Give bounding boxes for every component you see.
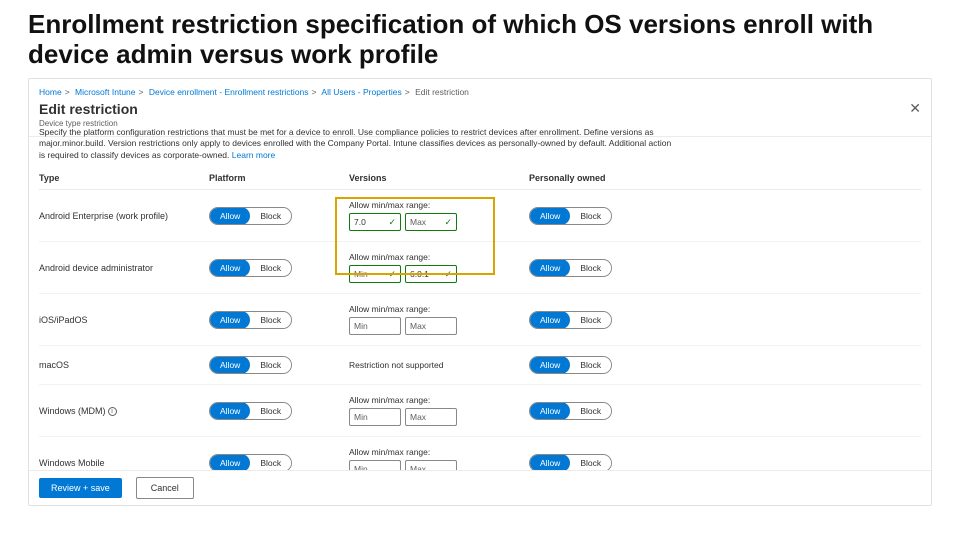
platform-toggle-allow[interactable]: Allow xyxy=(210,356,250,374)
row-type: macOS xyxy=(39,360,199,370)
breadcrumb-intune[interactable]: Microsoft Intune xyxy=(75,87,135,97)
row-type: Android device administrator xyxy=(39,263,199,273)
personal-cell: Allow Block xyxy=(529,356,679,374)
personal-toggle-allow[interactable]: Allow xyxy=(530,259,570,277)
platform-toggle-block[interactable]: Block xyxy=(250,207,291,225)
personal-toggle-block[interactable]: Block xyxy=(570,402,611,420)
max-version-input[interactable]: Max✓ xyxy=(405,213,457,231)
col-personal: Personally owned xyxy=(529,173,679,183)
personal-toggle-block[interactable]: Block xyxy=(570,356,611,374)
platform-cell: Allow Block xyxy=(209,207,339,225)
platform-toggle-allow[interactable]: Allow xyxy=(210,207,250,225)
min-version-input[interactable]: 7.0✓ xyxy=(349,213,401,231)
platform-cell: Allow Block xyxy=(209,402,339,420)
platform-toggle[interactable]: Allow Block xyxy=(209,259,292,277)
min-version-input[interactable]: Min xyxy=(349,408,401,426)
platform-toggle[interactable]: Allow Block xyxy=(209,356,292,374)
intune-panel: Home> Microsoft Intune> Device enrollmen… xyxy=(28,78,932,506)
platform-toggle[interactable]: Allow Block xyxy=(209,207,292,225)
personal-toggle-allow[interactable]: Allow xyxy=(530,356,570,374)
scrollable-area[interactable]: Specify the platform configuration restr… xyxy=(29,117,931,475)
page-title: Edit restriction xyxy=(39,101,138,117)
personal-cell: Allow Block xyxy=(529,259,679,277)
check-icon: ✓ xyxy=(388,269,396,280)
platform-toggle[interactable]: Allow Block xyxy=(209,311,292,329)
min-version-input[interactable]: Min✓ xyxy=(349,265,401,283)
col-type: Type xyxy=(39,173,199,183)
version-label: Allow min/max range: xyxy=(349,200,519,210)
col-platform: Platform xyxy=(209,173,339,183)
version-not-supported: Restriction not supported xyxy=(349,360,519,370)
version-label: Allow min/max range: xyxy=(349,447,519,457)
personal-toggle-allow[interactable]: Allow xyxy=(530,311,570,329)
personal-toggle[interactable]: Allow Block xyxy=(529,311,612,329)
slide-title: Enrollment restriction specification of … xyxy=(28,10,932,70)
personal-toggle-allow[interactable]: Allow xyxy=(530,207,570,225)
platform-toggle-block[interactable]: Block xyxy=(250,311,291,329)
check-icon: ✓ xyxy=(444,217,452,228)
breadcrumb: Home> Microsoft Intune> Device enrollmen… xyxy=(39,87,921,97)
row-type: Windows Mobile xyxy=(39,458,199,468)
platform-cell: Allow Block xyxy=(209,311,339,329)
max-version-input[interactable]: Max xyxy=(405,317,457,335)
row-type: iOS/iPadOS xyxy=(39,315,199,325)
platform-cell: Allow Block xyxy=(209,356,339,374)
platform-toggle-allow[interactable]: Allow xyxy=(210,402,250,420)
breadcrumb-enrollment[interactable]: Device enrollment - Enrollment restricti… xyxy=(149,87,309,97)
check-icon: ✓ xyxy=(388,217,396,228)
version-label: Allow min/max range: xyxy=(349,395,519,405)
personal-cell: Allow Block xyxy=(529,311,679,329)
learn-more-link[interactable]: Learn more xyxy=(232,150,275,160)
close-icon[interactable]: ✕ xyxy=(909,101,921,115)
personal-toggle-block[interactable]: Block xyxy=(570,207,611,225)
version-label: Allow min/max range: xyxy=(349,252,519,262)
table-row: Android device administrator Allow Block… xyxy=(39,242,921,294)
table-row: iOS/iPadOS Allow Block Allow min/max ran… xyxy=(39,294,921,346)
personal-toggle[interactable]: Allow Block xyxy=(529,259,612,277)
breadcrumb-home[interactable]: Home xyxy=(39,87,62,97)
footer-bar: Review + save Cancel xyxy=(29,470,931,505)
max-version-input[interactable]: 6.0.1✓ xyxy=(405,265,457,283)
personal-toggle-block[interactable]: Block xyxy=(570,311,611,329)
platform-toggle-allow[interactable]: Allow xyxy=(210,311,250,329)
breadcrumb-current: Edit restriction xyxy=(415,87,469,97)
personal-toggle[interactable]: Allow Block xyxy=(529,356,612,374)
platform-toggle-block[interactable]: Block xyxy=(250,259,291,277)
col-versions: Versions xyxy=(349,173,519,183)
table-row: macOS Allow Block Restriction not suppor… xyxy=(39,346,921,385)
personal-toggle[interactable]: Allow Block xyxy=(529,402,612,420)
platform-toggle[interactable]: Allow Block xyxy=(209,402,292,420)
max-version-input[interactable]: Max xyxy=(405,408,457,426)
platform-toggle-allow[interactable]: Allow xyxy=(210,259,250,277)
personal-toggle[interactable]: Allow Block xyxy=(529,207,612,225)
personal-cell: Allow Block xyxy=(529,207,679,225)
row-type: Windows (MDM)i xyxy=(39,406,199,416)
personal-cell: Allow Block xyxy=(529,402,679,420)
cancel-button[interactable]: Cancel xyxy=(136,477,194,499)
row-type: Android Enterprise (work profile) xyxy=(39,211,199,221)
description-text: Specify the platform configuration restr… xyxy=(39,127,679,161)
table-row: Android Enterprise (work profile) Allow … xyxy=(39,190,921,242)
table-header: Type Platform Versions Personally owned xyxy=(39,173,921,190)
info-icon[interactable]: i xyxy=(108,407,117,416)
breadcrumb-allusers[interactable]: All Users - Properties xyxy=(321,87,401,97)
table-row: Windows (MDM)i Allow Block Allow min/max… xyxy=(39,385,921,437)
personal-toggle-block[interactable]: Block xyxy=(570,259,611,277)
platform-toggle-block[interactable]: Block xyxy=(250,402,291,420)
personal-toggle-allow[interactable]: Allow xyxy=(530,402,570,420)
version-label: Allow min/max range: xyxy=(349,304,519,314)
platform-cell: Allow Block xyxy=(209,259,339,277)
platform-toggle-block[interactable]: Block xyxy=(250,356,291,374)
review-save-button[interactable]: Review + save xyxy=(39,478,122,498)
min-version-input[interactable]: Min xyxy=(349,317,401,335)
check-icon: ✓ xyxy=(444,269,452,280)
